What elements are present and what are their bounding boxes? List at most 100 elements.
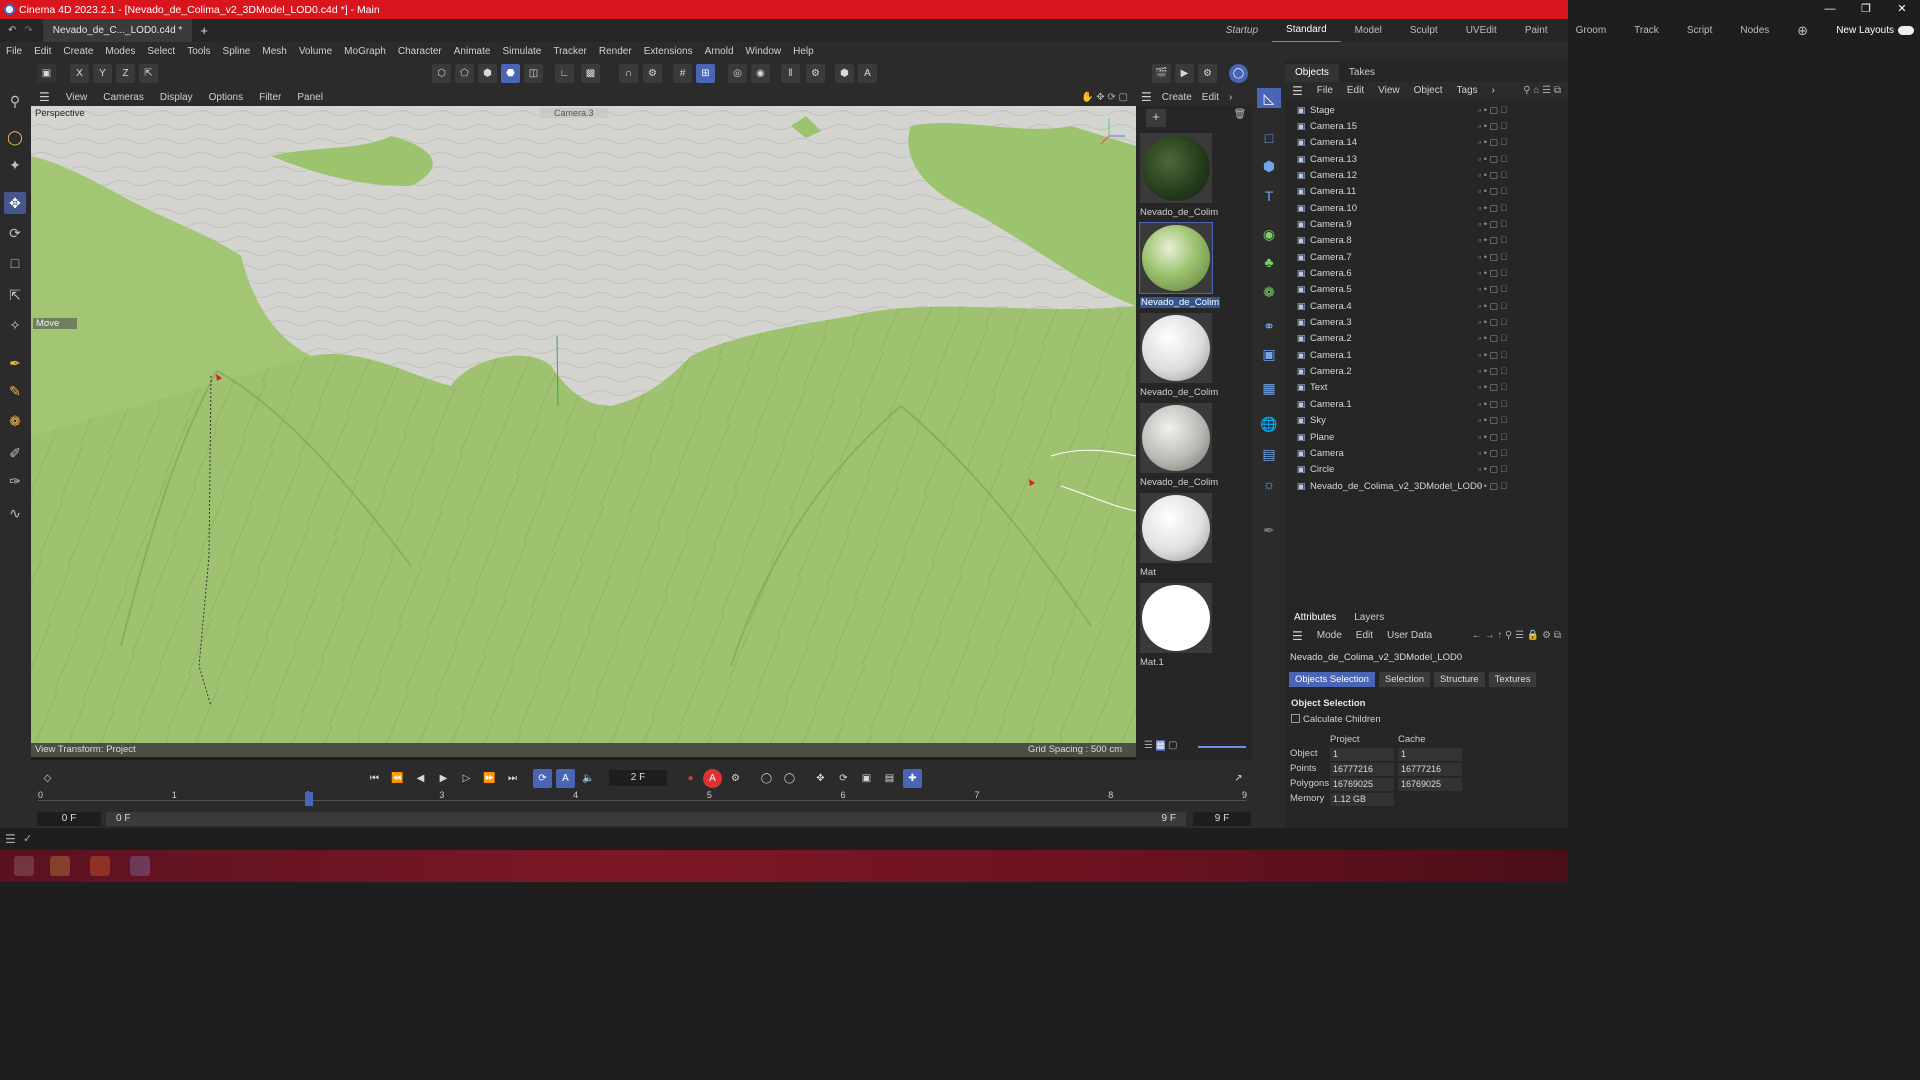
model-mode-icon[interactable]: ▣ [37, 64, 56, 83]
layout-paint[interactable]: Paint [1511, 19, 1562, 42]
object-mode-icon[interactable]: ⬣ [501, 64, 520, 83]
material-size-slider[interactable] [1198, 746, 1246, 748]
modeling-settings-icon[interactable]: ⚙ [806, 64, 825, 83]
sketch-tool-icon[interactable]: ✒ [1259, 520, 1279, 540]
symmetry-icon[interactable]: ‖ [781, 64, 800, 83]
mograph-cloner-icon[interactable]: ♣ [1259, 252, 1279, 272]
minimize-icon[interactable]: — [1812, 0, 1848, 19]
object-visibility-flags[interactable]: ▫ • ▢ ⃠ [1478, 137, 1507, 148]
menu-modes[interactable]: Modes [99, 46, 141, 57]
layout-uvedit[interactable]: UVEdit [1452, 19, 1511, 42]
next-key-icon[interactable]: ⏩ [480, 769, 499, 788]
viewport-projection-label[interactable]: Perspective [35, 108, 85, 119]
object-visibility-flags[interactable]: ▫ • ▢ ⃠ [1478, 154, 1507, 165]
object-visibility-flags[interactable]: ▫ • ▢ ⃠ [1478, 121, 1507, 132]
menu-window[interactable]: Window [740, 46, 788, 57]
object-row[interactable]: ▣ Camera.6 ▫ • ▢ ⃠ [1295, 266, 1565, 282]
menu-extensions[interactable]: Extensions [638, 46, 699, 57]
material-label[interactable]: Nevado_de_Colim [1140, 477, 1218, 488]
knife-icon[interactable]: ✑ [4, 470, 26, 492]
object-row[interactable]: ▣ Camera.9 ▫ • ▢ ⃠ [1295, 216, 1565, 232]
material-thumbnail[interactable] [1140, 313, 1212, 383]
calculate-children-checkbox[interactable] [1291, 714, 1300, 723]
object-visibility-flags[interactable]: ▫ • ▢ ⃠ [1478, 382, 1507, 393]
menu-create[interactable]: Create [57, 46, 99, 57]
y-axis-lock[interactable]: Y [93, 64, 112, 83]
interactive-render-icon[interactable]: ◯ [1229, 64, 1248, 83]
menu-volume[interactable]: Volume [293, 46, 338, 57]
render-queue-icon[interactable]: ▤ [1259, 444, 1279, 464]
keyframe-icon[interactable]: ◇ [38, 769, 57, 788]
viewport-menu-display[interactable]: Display [152, 92, 201, 103]
select-tool-icon[interactable]: ✦ [4, 154, 26, 176]
subtab-selection[interactable]: Selection [1378, 672, 1431, 687]
object-menu-edit[interactable]: Edit [1340, 85, 1371, 96]
menu-mesh[interactable]: Mesh [256, 46, 292, 57]
texture-mode-icon[interactable]: ▩ [581, 64, 600, 83]
redo-icon[interactable]: ↷ [20, 25, 36, 36]
object-visibility-flags[interactable]: ▫ • ▢ ⃠ [1478, 105, 1507, 116]
previous-frame-icon[interactable]: ◀ [411, 769, 430, 788]
object-row[interactable]: ▣ Stage ▫ • ▢ ⃠ [1295, 102, 1565, 118]
object-row[interactable]: ▣ Camera.10 ▫ • ▢ ⃠ [1295, 200, 1565, 216]
z-axis-lock[interactable]: Z [116, 64, 135, 83]
attribute-menu-mode[interactable]: Mode [1310, 630, 1349, 641]
edges-mode-icon[interactable]: ⬠ [455, 64, 474, 83]
object-row[interactable]: ▣ Camera.5 ▫ • ▢ ⃠ [1295, 282, 1565, 298]
material-label[interactable]: Mat.1 [1140, 657, 1164, 668]
material-thumbnail[interactable] [1140, 133, 1212, 203]
material-label[interactable]: Nevado_de_Colim [1140, 297, 1221, 308]
viewport-camera-label[interactable]: Camera.3 [540, 108, 608, 118]
add-layout-icon[interactable]: ⊕ [1783, 19, 1822, 42]
tab-takes[interactable]: Takes [1339, 64, 1385, 82]
object-menu-object[interactable]: Object [1407, 85, 1450, 96]
object-visibility-flags[interactable]: ▫ • ▢ ⃠ [1478, 464, 1507, 475]
layout-groom[interactable]: Groom [1562, 19, 1621, 42]
new-layouts-label[interactable]: New Layouts [1822, 19, 1898, 42]
attribute-menu-edit[interactable]: Edit [1349, 630, 1380, 641]
axis-mode-icon[interactable]: ∟ [555, 64, 574, 83]
menu-simulate[interactable]: Simulate [496, 46, 547, 57]
uv-mode-icon[interactable]: ◫ [524, 64, 543, 83]
x-axis-lock[interactable]: X [70, 64, 89, 83]
grid-snap-icon[interactable]: # [673, 64, 692, 83]
light-icon[interactable]: ☼ [1259, 474, 1279, 494]
record-icon[interactable]: ● [681, 769, 700, 788]
live-selection-icon[interactable]: ◯ [4, 126, 26, 148]
tab-objects[interactable]: Objects [1285, 64, 1339, 82]
cube-object-icon[interactable]: ◺ [1257, 88, 1281, 108]
object-row[interactable]: ▣ Camera.15 ▫ • ▢ ⃠ [1295, 118, 1565, 134]
object-visibility-flags[interactable]: ▫ • ▢ ⃠ [1478, 301, 1507, 312]
subtab-objects-selection[interactable]: Objects Selection [1289, 672, 1375, 687]
key-pla-icon[interactable]: ◯ [780, 769, 799, 788]
graph-view-icon[interactable]: ↗ [1229, 769, 1248, 788]
object-menu-file[interactable]: File [1310, 85, 1340, 96]
object-row[interactable]: ▣ Camera.7 ▫ • ▢ ⃠ [1295, 249, 1565, 265]
scale-tool-icon[interactable]: □ [4, 252, 26, 274]
tab-layers[interactable]: Layers [1345, 610, 1393, 626]
object-visibility-flags[interactable]: ▫ • ▢ ⃠ [1478, 350, 1507, 361]
object-row[interactable]: ▣ Circle ▫ • ▢ ⃠ [1295, 462, 1565, 478]
autokey-icon[interactable]: A [703, 769, 722, 788]
scene-icon[interactable]: 🌐 [1259, 414, 1279, 434]
object-visibility-flags[interactable]: ▫ • ▢ ⃠ [1478, 399, 1507, 410]
layout-nodes[interactable]: Nodes [1726, 19, 1783, 42]
coordinate-system-icon[interactable]: ⇱ [139, 64, 158, 83]
object-row[interactable]: ▣ Camera.13 ▫ • ▢ ⃠ [1295, 151, 1565, 167]
layout-standard[interactable]: Standard [1272, 18, 1341, 43]
3d-viewport[interactable] [31, 106, 1136, 757]
add-material-icon[interactable]: + [1146, 109, 1166, 127]
attribute-menu-user-data[interactable]: User Data [1380, 630, 1439, 641]
document-tab[interactable]: Nevado_de_C..._LOD0.c4d * [42, 19, 193, 42]
taskbar-app-icon[interactable] [130, 856, 150, 876]
status-check-icon[interactable]: ✓ [23, 832, 32, 845]
menu-mograph[interactable]: MoGraph [338, 46, 392, 57]
polygon-pen-icon[interactable]: ❁ [4, 410, 26, 432]
menu-character[interactable]: Character [392, 46, 448, 57]
object-menu-tags[interactable]: Tags [1450, 85, 1485, 96]
move-tool-icon[interactable]: ✥ [4, 192, 26, 214]
material-thumbnail[interactable] [1140, 493, 1212, 563]
layout-script[interactable]: Script [1673, 19, 1727, 42]
new-tab-button[interactable]: + [192, 23, 216, 38]
rotate-tool-icon[interactable]: ⟳ [4, 222, 26, 244]
